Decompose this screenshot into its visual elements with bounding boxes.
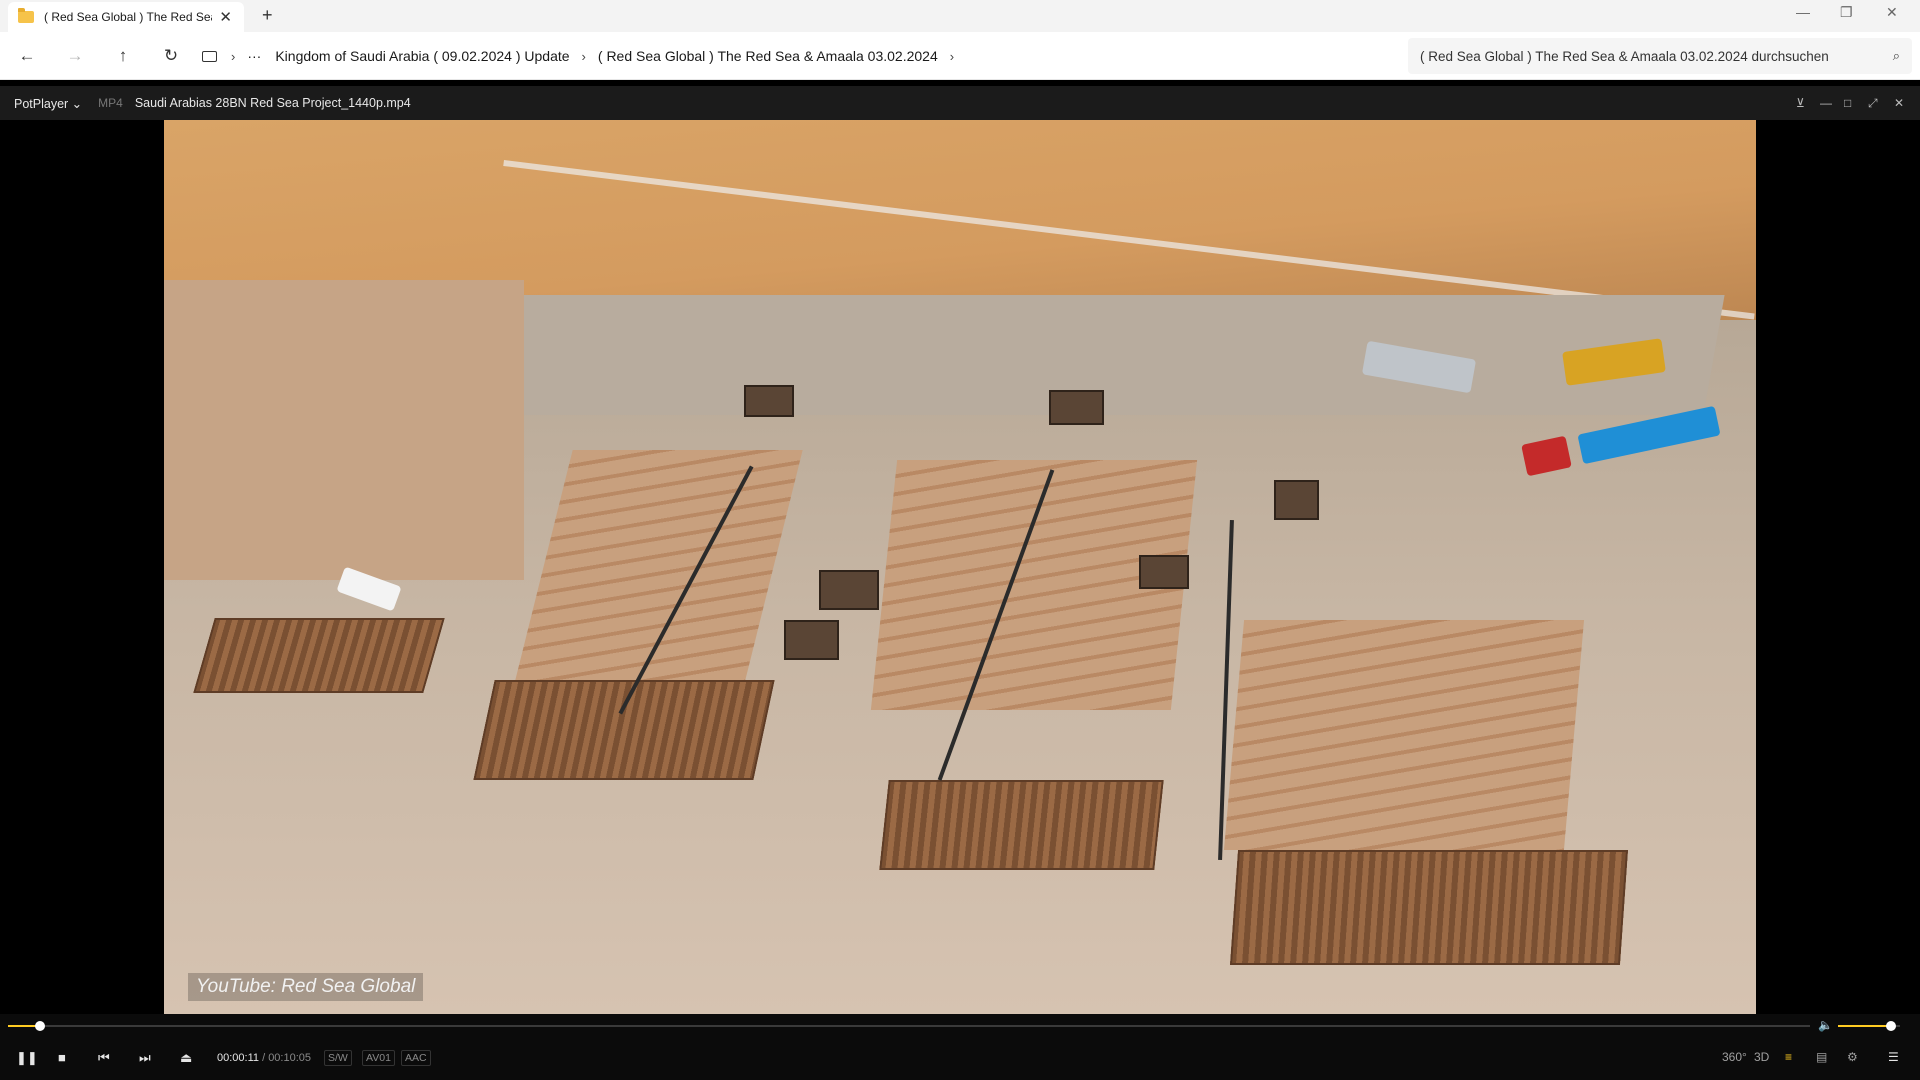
rebar-cage xyxy=(819,570,879,610)
controls-bar: ❚❚ ■ ⏮ ⏭ ⏏ 00:00:11 / 00:10:05 S/W AV01 … xyxy=(0,1038,1920,1080)
rebar-cage xyxy=(1139,555,1189,589)
previous-button[interactable]: ⏮ xyxy=(98,1050,110,1066)
rebar-cage xyxy=(744,385,794,417)
search-box[interactable]: ⌕ xyxy=(1408,38,1912,74)
player-minimize-button[interactable]: — xyxy=(1820,96,1832,110)
seek-row: 🔈 xyxy=(0,1014,1920,1038)
eject-button[interactable]: ⏏ xyxy=(180,1050,192,1066)
up-button[interactable]: ↑ xyxy=(112,45,134,67)
video-codec-badge[interactable]: AV01 xyxy=(362,1050,395,1066)
time-current: 00:00:11 xyxy=(217,1052,260,1064)
audio-codec-badge[interactable]: AAC xyxy=(401,1050,431,1066)
vr-360-icon[interactable]: 360° xyxy=(1722,1050,1747,1064)
breadcrumb-item-red-sea-global[interactable]: ( Red Sea Global ) The Red Sea & Amaala … xyxy=(598,48,938,64)
rust-formwork-panel xyxy=(473,680,775,780)
rust-formwork-panel xyxy=(1229,850,1629,965)
minimize-button[interactable]: — xyxy=(1796,4,1810,20)
formwork-deck xyxy=(1223,620,1585,850)
volume-slider[interactable] xyxy=(1838,1021,1900,1031)
settings-gear-icon[interactable]: ⚙ xyxy=(1847,1050,1858,1064)
time-separator: / xyxy=(259,1052,269,1064)
explorer-tab[interactable]: ( Red Sea Global ) The Red Sea ✕ xyxy=(8,2,244,32)
folder-icon xyxy=(18,8,34,23)
breadcrumb-separator[interactable]: › xyxy=(950,49,954,64)
back-button[interactable]: ← xyxy=(16,45,38,67)
search-icon[interactable]: ⌕ xyxy=(1893,48,1900,64)
volume-icon[interactable]: 🔈 xyxy=(1818,1018,1833,1032)
potplayer-menu-button[interactable]: PotPlayer ⌄ xyxy=(14,96,82,111)
explorer-tab-bar: ( Red Sea Global ) The Red Sea ✕ + — ❐ ✕ xyxy=(0,0,1920,32)
close-window-button[interactable]: ✕ xyxy=(1886,4,1898,21)
breadcrumb-separator[interactable]: › xyxy=(582,49,586,64)
formwork-deck xyxy=(515,450,803,680)
time-display: 00:00:11 / 00:10:05 xyxy=(217,1052,311,1064)
3d-icon[interactable]: 3D xyxy=(1754,1050,1769,1064)
refresh-button[interactable]: ↻ xyxy=(160,45,182,67)
chapters-icon[interactable]: ▤ xyxy=(1816,1050,1827,1064)
forward-button[interactable]: → xyxy=(64,45,86,67)
player-fullscreen-button[interactable]: ⤢ xyxy=(1868,96,1878,111)
seek-bar[interactable] xyxy=(8,1021,1810,1031)
new-tab-button[interactable]: + xyxy=(262,5,273,26)
tab-title: ( Red Sea Global ) The Red Sea xyxy=(44,10,212,24)
video-watermark: YouTube: Red Sea Global xyxy=(188,973,424,1001)
breadcrumb-more[interactable]: ··· xyxy=(247,48,261,64)
breadcrumb-separator[interactable]: › xyxy=(231,49,235,64)
breadcrumb: › ··· Kingdom of Saudi Arabia ( 09.02.20… xyxy=(202,38,1402,74)
volume-fill xyxy=(1838,1025,1891,1027)
sw-decoder-badge[interactable]: S/W xyxy=(324,1050,352,1066)
rebar-cage xyxy=(1049,390,1104,425)
explorer-nav-bar: ← → ↑ ↻ › ··· Kingdom of Saudi Arabia ( … xyxy=(0,32,1920,80)
rebar-cage xyxy=(784,620,839,660)
main-menu-icon[interactable]: ☰ xyxy=(1888,1050,1899,1064)
file-name: Saudi Arabias 28BN Red Sea Project_1440p… xyxy=(134,96,411,110)
pin-icon[interactable]: ⊻ xyxy=(1796,96,1805,110)
volume-handle[interactable] xyxy=(1885,1021,1896,1031)
seek-handle[interactable] xyxy=(35,1021,46,1031)
stop-button[interactable]: ■ xyxy=(58,1050,66,1065)
player-maximize-button[interactable]: □ xyxy=(1844,96,1851,110)
next-button[interactable]: ⏭ xyxy=(139,1050,151,1066)
time-total: 00:10:05 xyxy=(268,1052,312,1064)
playlist-icon[interactable]: ≡ xyxy=(1785,1050,1792,1064)
video-frame[interactable]: YouTube: Red Sea Global xyxy=(164,120,1756,1014)
format-label: MP4 xyxy=(98,96,123,110)
potplayer-window: PotPlayer ⌄ MP4 Saudi Arabias 28BN Red S… xyxy=(0,86,1920,1080)
left-site-area xyxy=(164,280,524,580)
search-input[interactable] xyxy=(1420,48,1880,64)
maximize-button[interactable]: ❐ xyxy=(1840,4,1853,21)
monitor-icon[interactable] xyxy=(202,50,217,62)
breadcrumb-item-kingdom[interactable]: Kingdom of Saudi Arabia ( 09.02.2024 ) U… xyxy=(275,48,569,64)
rebar-cage xyxy=(1274,480,1319,520)
pause-button[interactable]: ❚❚ xyxy=(16,1050,38,1066)
rust-formwork-panel xyxy=(879,780,1164,870)
player-title-bar: PotPlayer ⌄ MP4 Saudi Arabias 28BN Red S… xyxy=(0,86,1920,120)
rust-formwork-panel xyxy=(193,618,445,693)
close-tab-icon[interactable]: ✕ xyxy=(219,8,232,26)
player-close-button[interactable]: ✕ xyxy=(1894,96,1904,110)
